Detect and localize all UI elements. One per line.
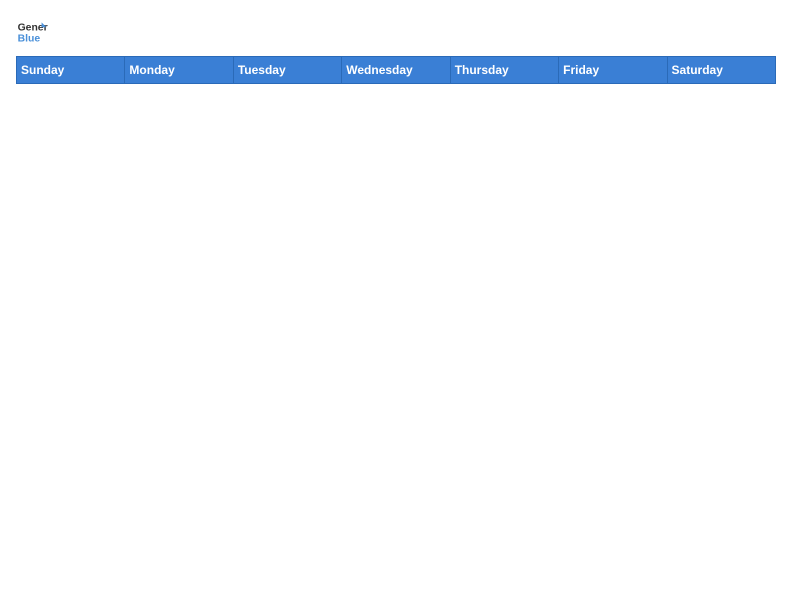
page-header: General Blue bbox=[16, 16, 776, 48]
calendar-table: SundayMondayTuesdayWednesdayThursdayFrid… bbox=[16, 56, 776, 84]
weekday-header-tuesday: Tuesday bbox=[233, 57, 341, 84]
svg-text:General: General bbox=[18, 22, 48, 33]
weekday-header-saturday: Saturday bbox=[667, 57, 775, 84]
weekday-header-sunday: Sunday bbox=[17, 57, 125, 84]
weekday-header-friday: Friday bbox=[559, 57, 667, 84]
weekday-header-monday: Monday bbox=[125, 57, 233, 84]
weekday-header-thursday: Thursday bbox=[450, 57, 558, 84]
svg-text:Blue: Blue bbox=[18, 34, 41, 45]
logo-icon: General Blue bbox=[16, 16, 48, 48]
logo: General Blue bbox=[16, 16, 48, 48]
weekday-header-wednesday: Wednesday bbox=[342, 57, 450, 84]
weekday-header-row: SundayMondayTuesdayWednesdayThursdayFrid… bbox=[17, 57, 776, 84]
